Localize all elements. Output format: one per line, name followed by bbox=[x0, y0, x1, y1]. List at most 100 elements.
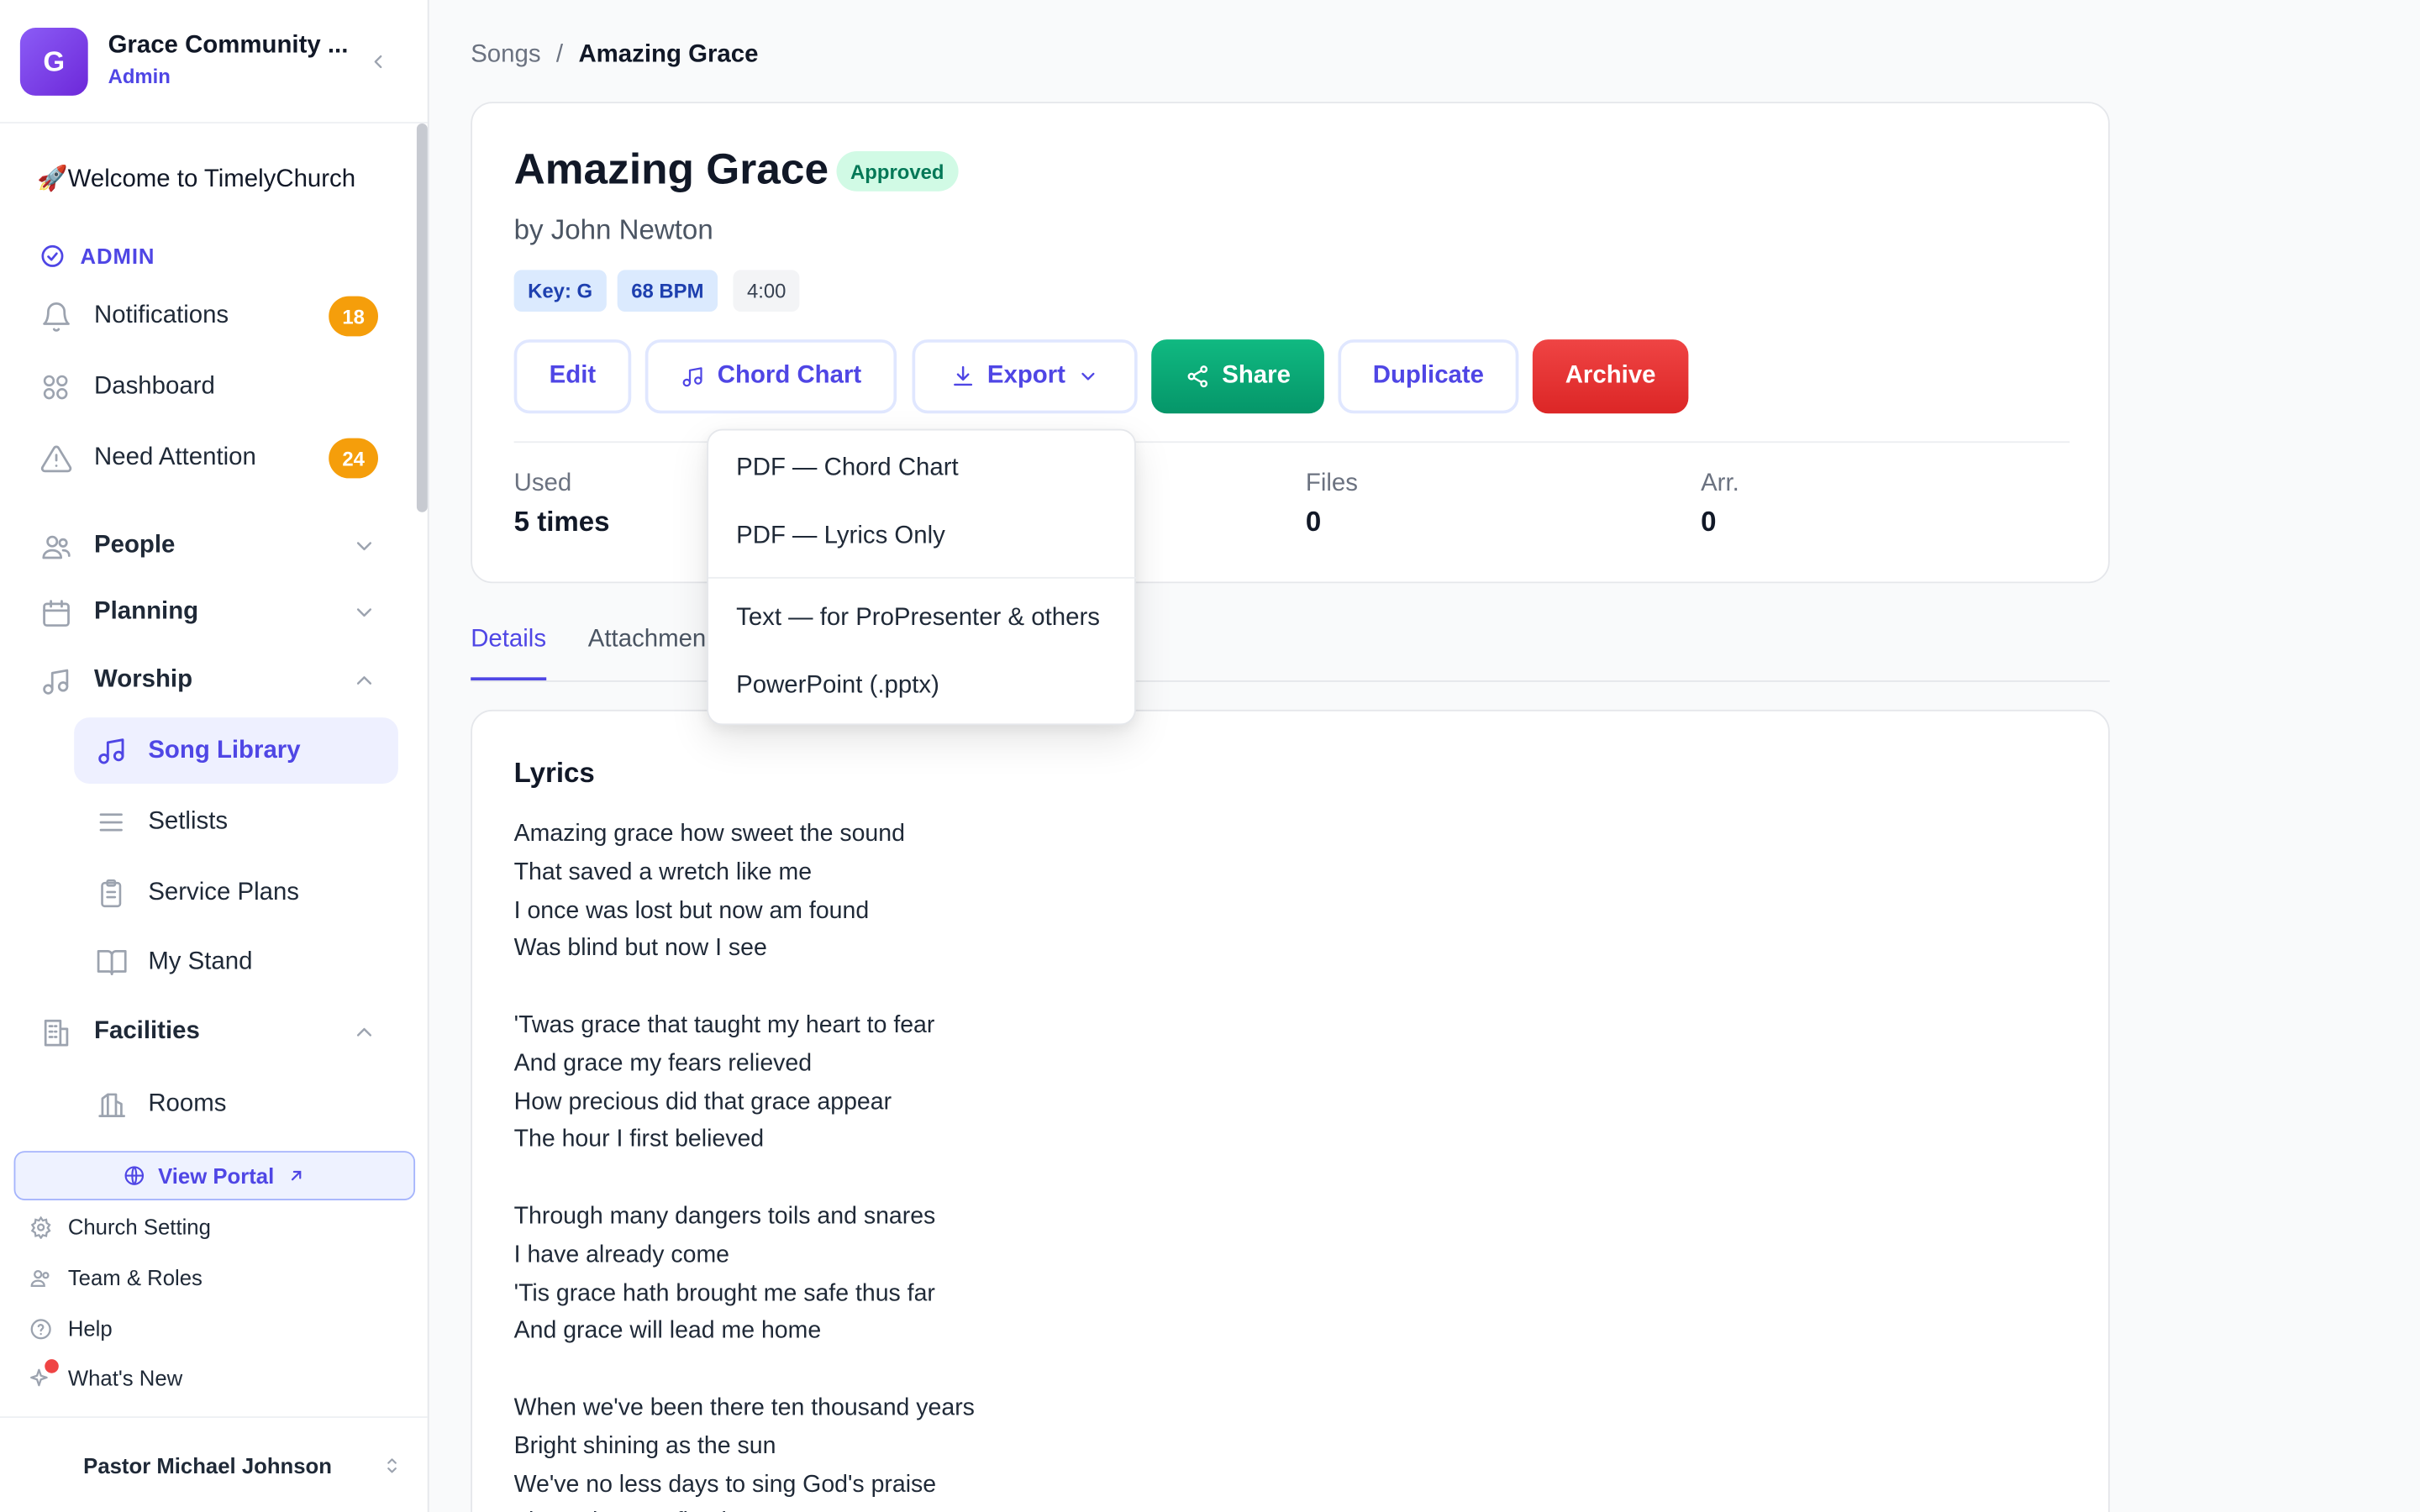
collapse-sidebar-button[interactable] bbox=[361, 45, 395, 78]
clipboard-icon bbox=[92, 874, 129, 911]
lyric-line: Bright shining as the sun bbox=[513, 1432, 776, 1460]
sidebar-scrollbar[interactable] bbox=[416, 123, 428, 512]
chevron-left-icon bbox=[374, 55, 382, 69]
chevron-down-icon bbox=[356, 608, 372, 617]
sidebar-item-label: Setlists bbox=[148, 807, 229, 834]
export-text-propresenter[interactable]: Text — for ProPresenter & others bbox=[736, 605, 1100, 633]
sidebar-item-dashboard[interactable]: Dashboard bbox=[37, 356, 395, 417]
sidebar-item-setlists[interactable]: Setlists bbox=[74, 789, 398, 855]
lyric-line: And grace will lead me home bbox=[513, 1318, 822, 1345]
lyric-line: The hour I first believed bbox=[513, 1126, 765, 1153]
list-icon bbox=[92, 803, 129, 840]
length-chip: 4:00 bbox=[733, 270, 801, 312]
new-indicator-dot bbox=[45, 1359, 59, 1373]
org-switcher[interactable]: G Grace Community ... Admin bbox=[0, 0, 428, 123]
duplicate-button[interactable]: Duplicate bbox=[1338, 339, 1519, 414]
sidebar-item-song-library[interactable]: Song Library bbox=[74, 717, 398, 785]
church-setting-link[interactable]: Church Setting bbox=[28, 1215, 211, 1239]
org-role: Admin bbox=[108, 65, 171, 88]
lyric-line: How precious did that grace appear bbox=[513, 1088, 892, 1116]
breadcrumb: Songs / Amazing Grace bbox=[471, 42, 758, 70]
help-circle-icon bbox=[28, 1316, 52, 1341]
archive-button[interactable]: Archive bbox=[1532, 339, 1689, 414]
export-pdf-chord-chart[interactable]: PDF — Chord Chart bbox=[736, 455, 959, 483]
sidebar-item-label: Notifications bbox=[94, 302, 229, 329]
sidebar-item-label: People bbox=[94, 532, 176, 559]
lyric-line: We've no less days to sing God's praise bbox=[513, 1471, 937, 1498]
lyrics-stanza: When we've been there ten thousand years… bbox=[514, 1390, 975, 1512]
menu-divider bbox=[708, 576, 1136, 579]
sidebar-item-need-attention[interactable]: Need Attention 24 bbox=[37, 428, 395, 489]
stat-label: Files bbox=[1305, 470, 1358, 497]
chevron-up-icon bbox=[356, 1027, 372, 1037]
sidebar-item-label: Service Plans bbox=[148, 879, 300, 906]
view-portal-button[interactable]: View Portal bbox=[13, 1151, 416, 1200]
building-icon bbox=[37, 1014, 74, 1051]
sidebar-item-service-plans[interactable]: Service Plans bbox=[74, 859, 398, 926]
breadcrumb-separator: / bbox=[555, 41, 564, 68]
lyric-line: Amazing grace how sweet the sound bbox=[513, 821, 905, 848]
share-button[interactable]: Share bbox=[1151, 339, 1324, 414]
team-roles-link[interactable]: Team & Roles bbox=[28, 1265, 203, 1290]
sidebar-item-facilities[interactable]: Facilities bbox=[37, 1001, 395, 1063]
whats-new-link[interactable]: What's New bbox=[28, 1359, 183, 1390]
export-label: Export bbox=[986, 362, 1065, 389]
lyric-line: That saved a wretch like me bbox=[513, 858, 813, 885]
music-note-icon bbox=[682, 367, 702, 387]
org-name: Grace Community ... bbox=[108, 32, 349, 59]
need-attention-count-badge: 24 bbox=[329, 438, 378, 479]
admin-label: ADMIN bbox=[80, 244, 155, 269]
chevron-down-icon bbox=[1081, 372, 1096, 381]
user-menu[interactable]: Pastor Michael Johnson bbox=[0, 1416, 428, 1512]
stat-label: Arr. bbox=[1701, 470, 1739, 497]
sidebar-item-worship[interactable]: Worship bbox=[37, 649, 395, 711]
tab-details[interactable]: Details bbox=[471, 627, 546, 654]
chord-chart-button[interactable]: Chord Chart bbox=[644, 339, 897, 414]
welcome-link[interactable]: 🚀Welcome to TimelyChurch bbox=[37, 164, 355, 195]
chevron-down-icon bbox=[356, 542, 372, 551]
lyric-line: Than when we first begun bbox=[514, 1504, 975, 1512]
sidebar-item-my-stand[interactable]: My Stand bbox=[74, 929, 398, 995]
users-icon bbox=[28, 1265, 52, 1289]
tab-attachments[interactable]: Attachmen bbox=[588, 627, 706, 654]
lyric-line: Was blind but now I see bbox=[513, 935, 767, 963]
sidebar-item-planning[interactable]: Planning bbox=[37, 581, 395, 643]
book-open-icon bbox=[92, 943, 129, 980]
lyric-line: And grace my fears relieved bbox=[513, 1050, 813, 1077]
sparkles-icon bbox=[28, 1359, 59, 1390]
warning-icon bbox=[37, 439, 74, 476]
key-chip: Key: G bbox=[513, 270, 607, 312]
sidebar-item-label: Dashboard bbox=[94, 373, 215, 400]
stat-label: Used bbox=[513, 470, 572, 497]
edit-button[interactable]: Edit bbox=[513, 339, 632, 414]
export-button[interactable]: Export bbox=[912, 339, 1138, 414]
whats-new-label: What's New bbox=[67, 1365, 183, 1390]
help-label: Help bbox=[67, 1315, 113, 1341]
export-pdf-lyrics-only[interactable]: PDF — Lyrics Only bbox=[736, 523, 945, 551]
edit-button-label: Edit bbox=[549, 362, 597, 389]
sidebar-item-label: My Stand bbox=[148, 948, 253, 974]
church-setting-label: Church Setting bbox=[67, 1214, 211, 1239]
export-powerpoint[interactable]: PowerPoint (.pptx) bbox=[736, 673, 939, 701]
lyric-line: I once was lost but now am found bbox=[513, 897, 870, 924]
users-icon bbox=[37, 528, 74, 564]
lyrics-card: Lyrics Amazing grace how sweet the sound… bbox=[471, 709, 2110, 1512]
lyric-line: When we've been there ten thousand years bbox=[513, 1394, 975, 1421]
lyrics-stanza: Through many dangers toils and snares I … bbox=[514, 1199, 975, 1352]
lyrics-stanza: 'Twas grace that taught my heart to fear… bbox=[514, 1007, 975, 1160]
status-badge: Approved bbox=[836, 150, 959, 192]
help-link[interactable]: Help bbox=[28, 1316, 113, 1341]
song-author: by John Newton bbox=[513, 214, 713, 246]
stat-value: 5 times bbox=[513, 506, 610, 538]
share-icon bbox=[1187, 365, 1207, 388]
sidebar-item-rooms[interactable]: Rooms bbox=[74, 1071, 398, 1136]
breadcrumb-songs-link[interactable]: Songs bbox=[471, 42, 540, 70]
notifications-count-badge: 18 bbox=[329, 296, 378, 337]
sidebar-item-label: Worship bbox=[94, 666, 193, 693]
stat-files: Files 0 bbox=[1306, 470, 1358, 538]
breadcrumb-current: Amazing Grace bbox=[578, 41, 759, 68]
sidebar-item-people[interactable]: People bbox=[37, 515, 395, 576]
sidebar-item-notifications[interactable]: Notifications 18 bbox=[37, 286, 395, 347]
lyrics-heading: Lyrics bbox=[513, 757, 595, 789]
sidebar-item-label: Facilities bbox=[94, 1018, 200, 1045]
